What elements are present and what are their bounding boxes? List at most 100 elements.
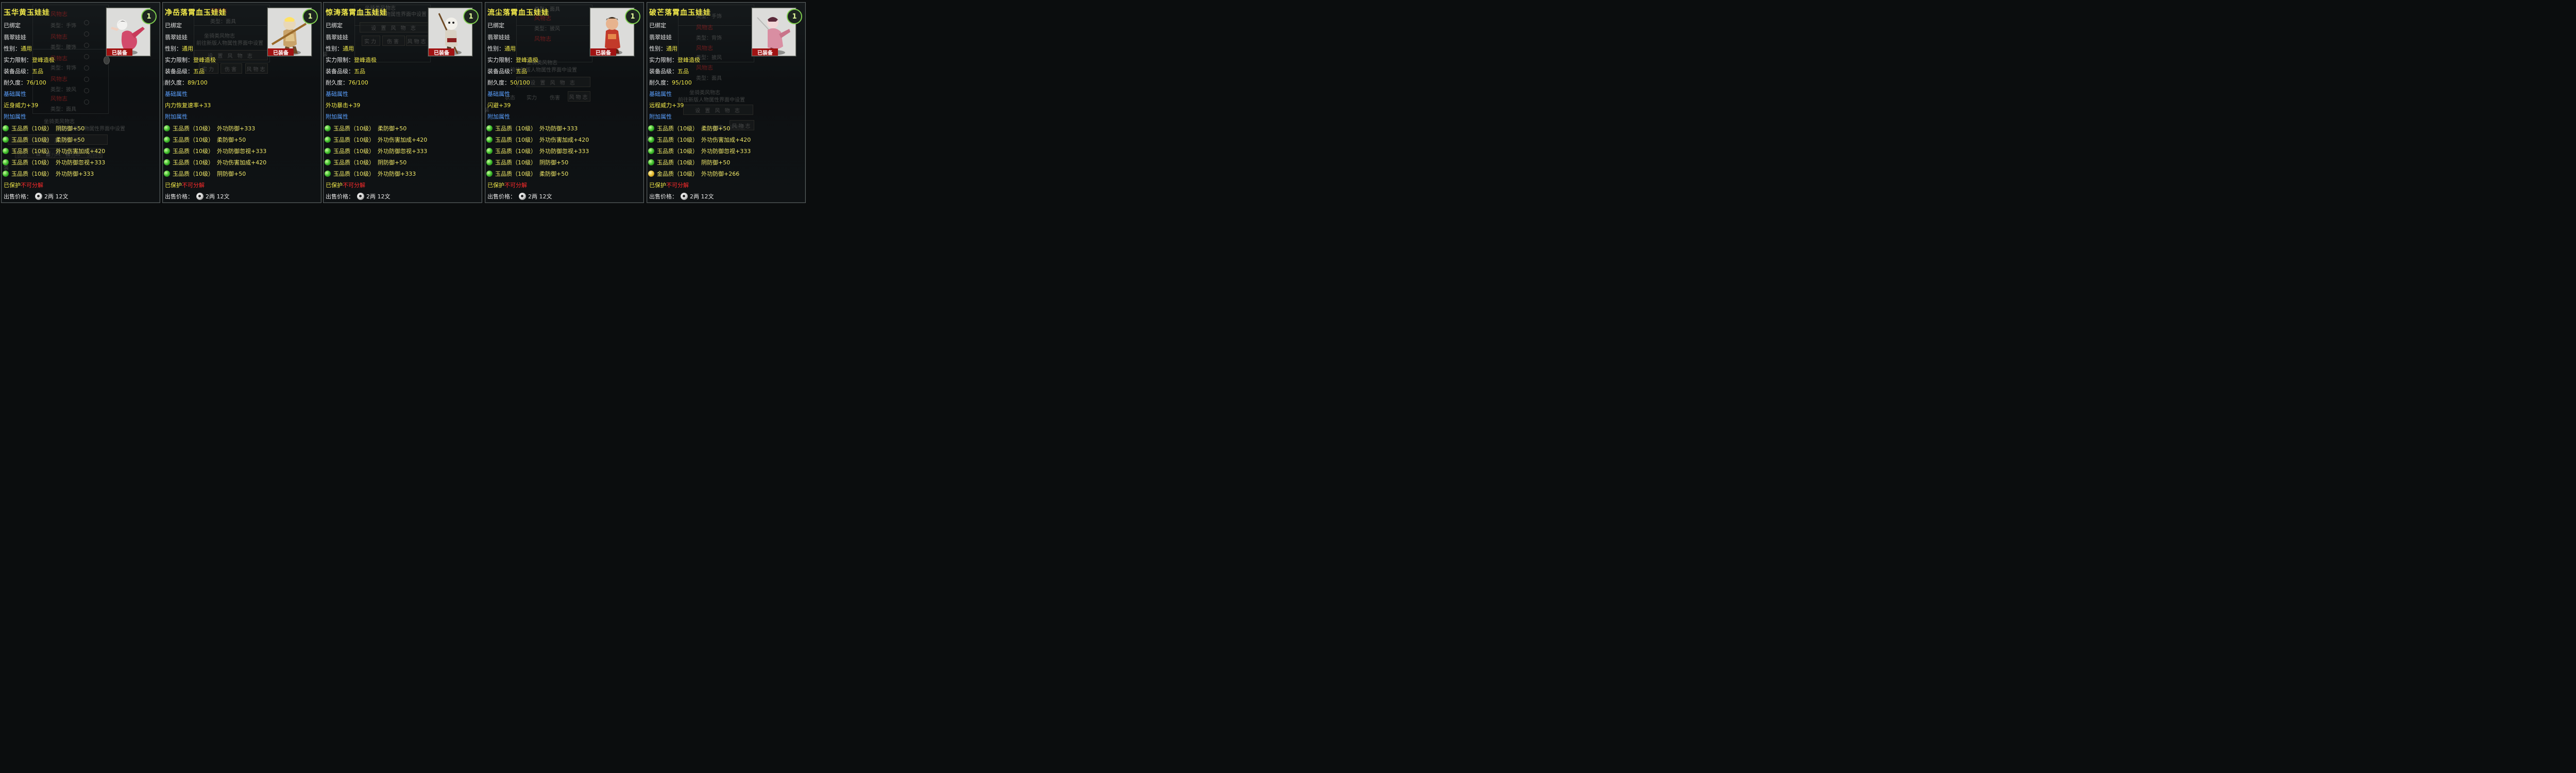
item-title: 净岳落霄血玉娃娃	[165, 9, 227, 17]
jade-gem-icon	[164, 148, 170, 154]
radio-circle-icon	[84, 20, 89, 25]
jade-gem-icon	[325, 171, 331, 177]
gem-grade: 玉品质（10级）	[495, 171, 536, 177]
extra-attribute-header: 附加属性	[326, 112, 348, 121]
gender-label: 性别：	[649, 45, 666, 52]
gem-socket-row: 金品质（10级） 外功防御+266	[648, 170, 739, 178]
background-ghost-text: 风物志	[696, 45, 713, 52]
gender-label: 性别：	[4, 45, 21, 52]
radio-circle-icon	[84, 54, 89, 59]
no-dismantle-label: 不可分解	[182, 182, 205, 189]
gem-stat: 外功防御+333	[378, 171, 416, 177]
rank-badge-icon: 1	[625, 9, 640, 24]
gem-stat: 外功防御忽视+333	[56, 159, 106, 166]
sell-price-line: 出售价格： 2两 12文	[326, 192, 391, 200]
item-tooltip-panel: 类型：手饰 风物志 类型：背饰 风物志 类型：披风 风物志 类型：面具 坐骑类风物志 前往新版人…	[647, 2, 806, 203]
extra-attribute-header: 附加属性	[649, 112, 672, 121]
background-ghost-button: 设 置 风 物 志	[683, 105, 753, 115]
rank-badge-icon: 1	[141, 9, 157, 24]
gem-grade: 玉品质（10级）	[333, 148, 375, 155]
jade-gem-icon	[164, 137, 170, 143]
bound-status: 已绑定	[165, 22, 182, 29]
background-ghost-text: 前往新版人物属性界面中设置	[196, 41, 263, 46]
background-ghost-button: 设 置 风 物 志	[360, 22, 429, 32]
level-value: 登峰造极	[677, 57, 700, 63]
base-attribute-header: 基础属性	[4, 90, 26, 98]
gender-line: 性别：通用	[165, 44, 193, 53]
jade-gem-icon	[325, 148, 331, 154]
gem-grade: 玉品质（10级）	[11, 159, 53, 166]
tooltip-strip: 风物志 类型：手饰 风物志 类型：腰饰 风物志 类型：背饰 风物志 类型：披风 风物志 类型：面具…	[0, 0, 808, 204]
durability-value: 89/100	[188, 79, 208, 86]
radio-circle-icon	[84, 65, 89, 71]
grade-value: 五品	[677, 68, 689, 75]
price-label: 出售价格：	[4, 193, 32, 200]
radio-circle-icon	[84, 77, 89, 82]
background-ghost-button: 实力	[362, 36, 380, 46]
durability-value: 76/100	[348, 79, 368, 86]
level-label: 实力限制：	[326, 57, 354, 63]
durability-value: 76/100	[26, 79, 46, 86]
grade-value: 五品	[32, 68, 43, 75]
grade-value: 五品	[193, 68, 205, 75]
item-category: 翡翠娃娃	[165, 34, 188, 41]
durability-label: 耐久度：	[487, 79, 510, 86]
level-requirement-line: 实力限制：登峰造极	[649, 56, 700, 64]
gem-grade: 玉品质（10级）	[173, 125, 214, 132]
gold-gem-icon	[648, 171, 654, 177]
extra-attribute-header: 附加属性	[487, 112, 510, 121]
background-ghost-button: 风物志	[245, 63, 268, 74]
gem-stat: 阴防御+50	[56, 125, 85, 132]
item-title: 惊涛落霄血玉娃娃	[326, 9, 387, 17]
durability-line: 耐久度：89/100	[165, 78, 208, 87]
item-category: 翡翠娃娃	[326, 34, 348, 41]
grade-label: 装备品级：	[326, 68, 354, 75]
gem-stat: 阴防御+50	[701, 159, 731, 166]
base-attribute-label: 基础属性	[4, 91, 26, 97]
gem-stat: 柔防御+50	[378, 125, 407, 132]
equipped-badge: 已装备	[590, 48, 616, 56]
gem-socket-row: 玉品质（10级） 外功防御+333	[3, 170, 94, 178]
coin-icon	[357, 193, 364, 200]
gem-stat: 外功伤害加成+420	[701, 137, 751, 143]
gem-socket-row: 玉品质（10级） 外功伤害加成+420	[325, 136, 427, 144]
background-ghost-text: 风物志	[50, 76, 67, 82]
sell-price-line: 出售价格： 2两 12文	[487, 192, 552, 200]
gem-grade: 玉品质（10级）	[11, 148, 53, 155]
jade-gem-icon	[648, 137, 654, 143]
item-category: 翡翠娃娃	[4, 34, 26, 41]
base-attribute-text: 远程威力+39	[649, 102, 684, 109]
jade-gem-icon	[164, 125, 170, 131]
jade-gem-icon	[325, 159, 331, 165]
price-label: 出售价格：	[326, 193, 354, 200]
background-ghost-text: 类型：背饰	[50, 65, 76, 71]
price-value: 2两 12文	[690, 193, 714, 200]
extra-attribute-label: 附加属性	[4, 113, 26, 120]
item-category: 翡翠娃娃	[649, 34, 672, 41]
extra-attribute-header: 附加属性	[165, 112, 188, 121]
jade-gem-icon	[486, 148, 493, 154]
gem-grade: 玉品质（10级）	[657, 148, 698, 155]
gem-stat: 外功防御+333	[56, 171, 94, 177]
jade-gem-icon	[486, 137, 493, 143]
level-value: 登峰造极	[193, 57, 216, 63]
grade-line: 装备品级：五品	[165, 67, 205, 75]
gem-stat: 外功防御+266	[701, 171, 740, 177]
coin-icon	[35, 193, 42, 200]
base-attribute-text: 外功暴击+39	[326, 102, 361, 109]
background-ghost-text: 实力	[527, 95, 537, 101]
radio-circle-icon	[84, 99, 89, 105]
jade-gem-icon	[486, 159, 493, 165]
background-ghost-text: 类型：面具	[50, 107, 76, 112]
level-requirement-line: 实力限制：登峰造极	[165, 56, 216, 64]
gem-grade: 玉品质（10级）	[11, 137, 53, 143]
durability-label: 耐久度：	[165, 79, 188, 86]
level-requirement-line: 实力限制：登峰造极	[326, 56, 377, 64]
gem-socket-row: 玉品质（10级） 外功防御忽视+333	[3, 158, 105, 166]
radio-circle-icon	[84, 43, 89, 48]
coin-icon	[196, 193, 204, 200]
jade-gem-icon	[3, 137, 9, 143]
radio-circle-icon	[84, 88, 89, 93]
jade-gem-icon	[648, 125, 654, 131]
background-divider	[678, 25, 753, 26]
